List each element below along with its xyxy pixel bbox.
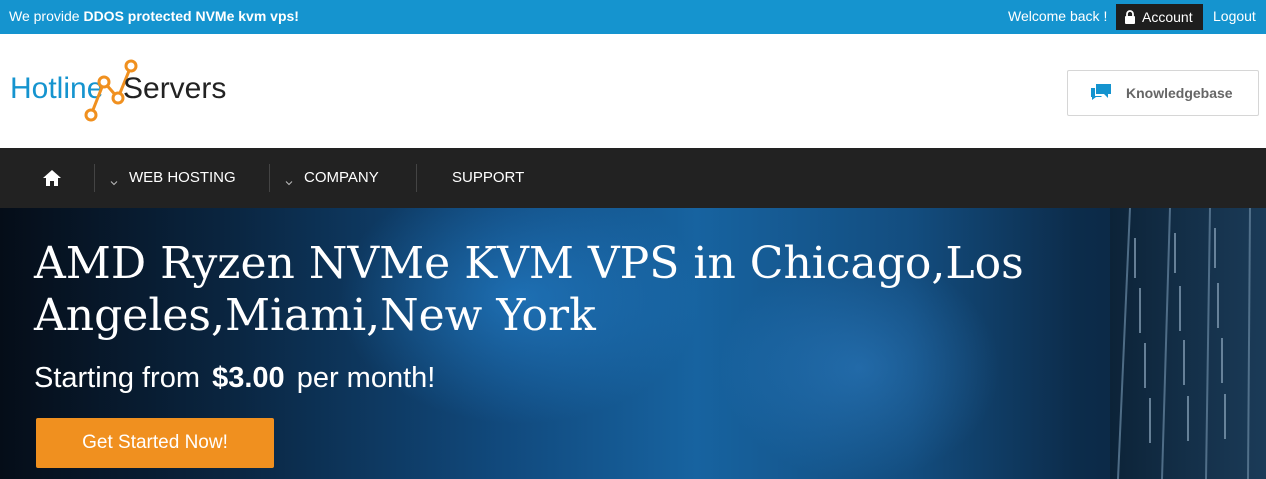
logout-link[interactable]: Logout (1213, 8, 1256, 24)
account-button[interactable]: Account (1116, 4, 1203, 30)
hotlineservers-logo[interactable]: Hotline Servers (10, 58, 240, 130)
knowledgebase-label: Knowledgebase (1126, 85, 1233, 101)
chevron-down-icon (110, 174, 118, 185)
get-started-button[interactable]: Get Started Now! (36, 418, 274, 468)
chevron-down-icon (285, 174, 293, 185)
promo-highlight: DDOS protected NVMe kvm vps! (83, 8, 299, 24)
welcome-text: Welcome back ! (1008, 8, 1108, 24)
promo-text: We provide DDOS protected NVMe kvm vps! (9, 8, 299, 24)
hero-title: AMD Ryzen NVMe KVM VPS in Chicago,Los An… (34, 238, 1024, 341)
starting-price: $3.00 (212, 362, 285, 394)
hero-subtitle: Starting from $3.00 per month! (34, 362, 435, 395)
lock-icon (1124, 10, 1136, 24)
account-label: Account (1142, 9, 1193, 25)
home-icon[interactable] (42, 169, 62, 187)
site-header: Hotline Servers Knowledgebase (0, 34, 1266, 148)
nav-item-label: COMPANY (304, 169, 379, 186)
top-bar: We provide DDOS protected NVMe kvm vps! … (0, 0, 1266, 34)
subtitle-suffix: per month! (296, 362, 436, 394)
nav-item-company[interactable]: COMPANY (285, 169, 379, 186)
server-rack-image (1110, 208, 1266, 479)
hero-banner: AMD Ryzen NVMe KVM VPS in Chicago,Los An… (0, 208, 1266, 479)
chat-bubbles-icon (1090, 83, 1112, 104)
nav-item-label: SUPPORT (452, 169, 525, 186)
subtitle-prefix: Starting from (34, 362, 200, 394)
nav-item-label: WEB HOSTING (129, 169, 236, 186)
knowledgebase-button[interactable]: Knowledgebase (1067, 70, 1259, 116)
nav-separator (416, 164, 417, 192)
nav-item-support[interactable]: SUPPORT (452, 169, 524, 186)
logo-word-servers: Servers (123, 72, 227, 105)
nav-separator (94, 164, 95, 192)
nav-separator (269, 164, 270, 192)
main-nav: WEB HOSTING COMPANY SUPPORT (0, 148, 1266, 208)
promo-prefix: We provide (9, 8, 84, 24)
nav-item-web-hosting[interactable]: WEB HOSTING (110, 169, 236, 186)
